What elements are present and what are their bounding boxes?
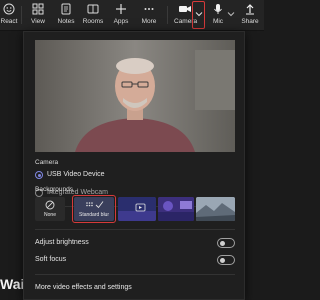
mic-button[interactable]: Mic [209, 2, 227, 28]
notes-button[interactable]: Notes [55, 2, 77, 28]
background-none-tile[interactable]: None [35, 197, 65, 221]
react-label: React [0, 18, 18, 25]
plus-icon [110, 2, 132, 18]
background-thumbnail [196, 197, 235, 221]
view-button[interactable]: View [29, 2, 47, 28]
view-label: View [31, 18, 45, 25]
apps-button[interactable]: Apps [110, 2, 132, 28]
share-arrow-icon [239, 2, 261, 18]
radio-selected[interactable] [35, 171, 43, 179]
divider [35, 229, 235, 230]
share-label: Share [241, 18, 259, 25]
soft-focus-label: Soft focus [35, 256, 67, 263]
background-image-tile[interactable] [118, 197, 156, 221]
background-thumbnail [158, 197, 194, 221]
background-none-label: None [44, 212, 56, 218]
rooms-label: Rooms [82, 18, 104, 25]
soft-focus-row: Soft focus [35, 255, 235, 267]
adjust-brightness-toggle[interactable] [217, 238, 235, 248]
share-button[interactable]: Share [239, 2, 261, 28]
notes-label: Notes [57, 18, 75, 25]
smile-icon [0, 2, 18, 18]
more-button[interactable]: More [138, 2, 160, 28]
chevron-down-icon [195, 12, 203, 17]
camera-settings-panel: Camera USB Video Device Integrated Webca… [23, 31, 245, 300]
background-thumbnail [118, 197, 156, 221]
waiting-text: Wai [0, 276, 25, 292]
backgrounds-heading: Backgrounds [35, 186, 73, 193]
divider [35, 274, 235, 275]
background-image-tile[interactable] [196, 197, 235, 221]
notes-icon [55, 2, 77, 18]
camera-option-label: USB Video Device [47, 171, 105, 178]
rooms-button[interactable]: Rooms [82, 2, 104, 28]
adjust-brightness-label: Adjust brightness [35, 239, 89, 246]
camera-options-button[interactable] [192, 1, 205, 29]
background-image-tile[interactable] [158, 197, 194, 221]
person-preview-image [35, 40, 235, 152]
rooms-icon [82, 2, 104, 18]
more-video-settings-link[interactable]: More video effects and settings [35, 284, 132, 291]
camera-preview [35, 40, 235, 152]
meeting-toolbar: React View Notes Rooms Apps More Camera … [0, 0, 264, 31]
grid-icon [29, 2, 47, 18]
toolbar-divider [167, 6, 168, 24]
more-label: More [141, 18, 157, 25]
soft-focus-toggle[interactable] [217, 255, 235, 265]
adjust-brightness-row: Adjust brightness [35, 238, 235, 250]
toolbar-divider [21, 6, 22, 24]
chevron-down-icon[interactable] [227, 11, 235, 17]
react-button[interactable]: React [0, 2, 18, 28]
microphone-icon [209, 2, 227, 18]
apps-label: Apps [113, 18, 129, 25]
ellipsis-icon [138, 2, 160, 18]
selection-highlight [72, 195, 116, 223]
camera-heading: Camera [35, 159, 59, 166]
no-background-icon [45, 200, 55, 210]
mic-label: Mic [212, 18, 224, 25]
